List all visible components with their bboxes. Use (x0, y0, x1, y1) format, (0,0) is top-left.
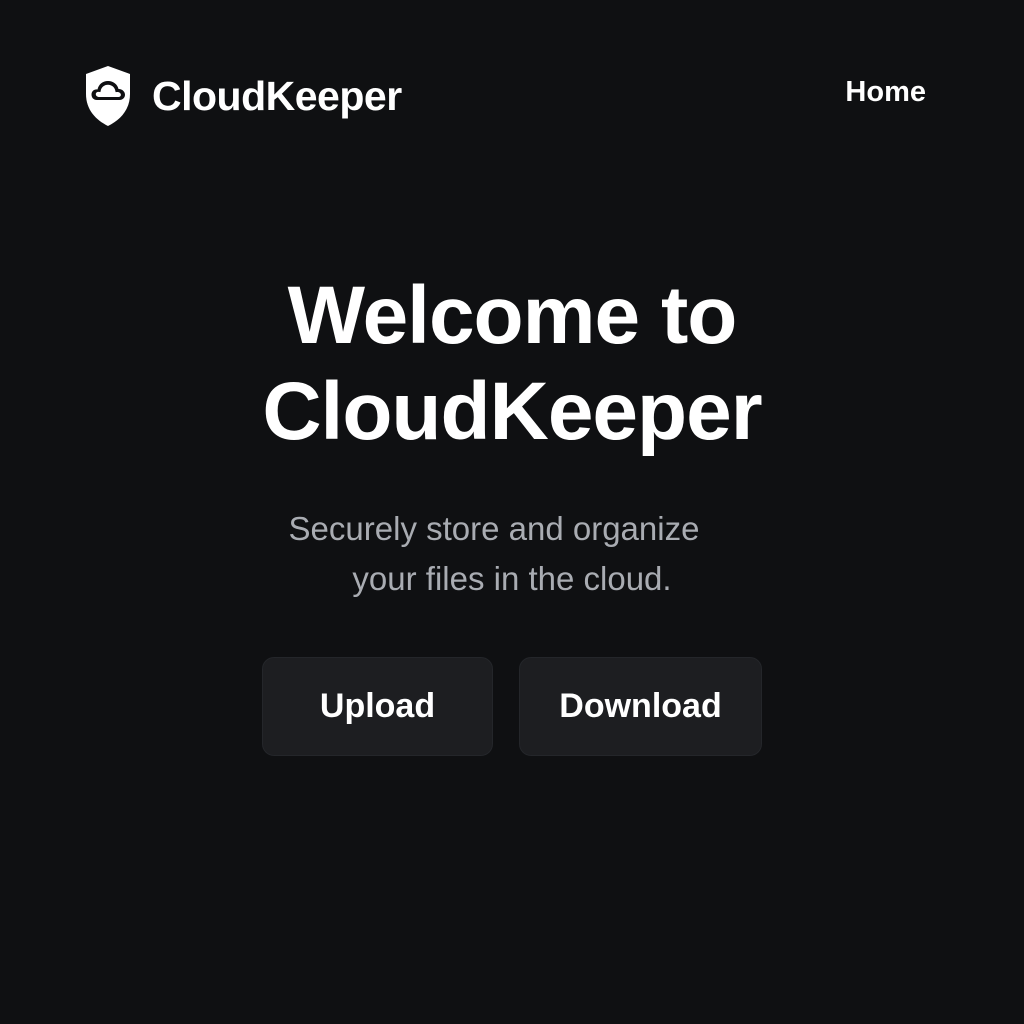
brand-link[interactable]: CloudKeeper (82, 62, 402, 130)
hero-subtitle-line-2: your files in the cloud. (352, 560, 672, 597)
brand-name: CloudKeeper (152, 72, 402, 119)
upload-button[interactable]: Upload (262, 657, 493, 756)
hero-subtitle: Securely store and organize your files i… (0, 504, 1024, 604)
hero-title-line-1: Welcome to (287, 270, 738, 361)
hero-title: Welcome to CloudKeeper (0, 268, 1024, 460)
shield-cloud-icon (86, 66, 130, 126)
hero-subtitle-line-1: Securely store and organize (288, 510, 700, 547)
nav-home-link[interactable]: Home (845, 78, 926, 107)
site-header: CloudKeeper Home (0, 0, 1024, 190)
landing-page: CloudKeeper Home Welcome to CloudKeeper … (0, 0, 1024, 1024)
hero-section: Welcome to CloudKeeper Securely store an… (0, 268, 1024, 604)
hero-title-line-2: CloudKeeper (262, 366, 762, 457)
hero-actions: Upload Download (262, 657, 762, 756)
download-button[interactable]: Download (519, 657, 762, 756)
